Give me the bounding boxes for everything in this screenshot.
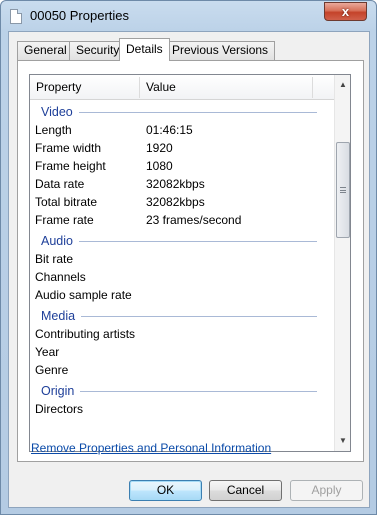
group-divider <box>41 241 317 242</box>
tab-general[interactable]: General <box>17 41 74 60</box>
details-panel: Property Value Video Length 01:46:15 Frame … <box>17 60 364 462</box>
property-value[interactable]: 23 frames/second <box>146 211 241 229</box>
column-header-property[interactable]: Property <box>36 75 81 100</box>
group-header: Origin <box>30 382 334 400</box>
scrollbar-thumb[interactable] <box>336 142 350 238</box>
column-header-value[interactable]: Value <box>146 75 176 100</box>
group-label: Media <box>41 307 82 325</box>
window-title: 00050 Properties <box>30 8 130 23</box>
property-value[interactable]: 32082kbps <box>146 175 205 193</box>
property-row[interactable]: Channels <box>30 268 334 286</box>
cancel-button[interactable]: Cancel <box>209 480 282 501</box>
property-row[interactable]: Length 01:46:15 <box>30 121 334 139</box>
close-button[interactable]: x <box>324 2 367 21</box>
property-name: Frame rate <box>35 213 94 227</box>
group-label: Audio <box>41 232 79 250</box>
property-name: Total bitrate <box>35 195 98 209</box>
property-name: Directors <box>35 402 84 416</box>
property-row[interactable]: Total bitrate 32082kbps <box>30 193 334 211</box>
remove-properties-link[interactable]: Remove Properties and Personal Informati… <box>31 441 271 455</box>
property-value[interactable]: 1080 <box>146 157 173 175</box>
property-row[interactable]: Genre <box>30 361 334 379</box>
property-value[interactable]: 01:46:15 <box>146 121 193 139</box>
property-row[interactable]: Audio sample rate <box>30 286 334 304</box>
group-divider <box>41 112 317 113</box>
property-value[interactable]: 1920 <box>146 139 173 157</box>
column-divider[interactable] <box>312 77 313 98</box>
grip-icon <box>340 187 346 193</box>
group-header: Media <box>30 307 334 325</box>
arrow-up-icon[interactable]: ▲ <box>335 77 350 93</box>
property-value[interactable]: 32082kbps <box>146 193 205 211</box>
property-row[interactable]: Contributing artists <box>30 325 334 343</box>
property-name: Genre <box>35 363 69 377</box>
property-row[interactable]: Directors <box>30 400 334 418</box>
group-label: Video <box>41 103 79 121</box>
list-header: Property Value <box>30 75 334 100</box>
property-row[interactable]: Year <box>30 343 334 361</box>
dialog-body: General Security Details Previous Versio… <box>8 31 370 508</box>
column-divider[interactable] <box>139 77 140 98</box>
group-label: Origin <box>41 382 81 400</box>
vertical-scrollbar[interactable]: ▲ ▼ <box>334 75 350 451</box>
group-divider <box>41 316 317 317</box>
property-name: Length <box>35 123 72 137</box>
property-rows: Video Length 01:46:15 Frame width 1920 Frame … <box>30 100 334 418</box>
tab-security[interactable]: Security <box>69 41 127 60</box>
property-name: Channels <box>35 270 86 284</box>
property-name: Bit rate <box>35 252 74 266</box>
property-row[interactable]: Data rate 32082kbps <box>30 175 334 193</box>
property-name: Year <box>35 345 60 359</box>
ok-button[interactable]: OK <box>129 480 202 501</box>
tab-previous-versions[interactable]: Previous Versions <box>165 41 276 60</box>
property-row[interactable]: Frame rate 23 frames/second <box>30 211 334 229</box>
property-name: Frame width <box>35 141 102 155</box>
property-name: Data rate <box>35 177 85 191</box>
property-name: Frame height <box>35 159 106 173</box>
property-row[interactable]: Bit rate <box>30 250 334 268</box>
arrow-down-icon[interactable]: ▼ <box>335 433 350 449</box>
group-header: Audio <box>30 232 334 250</box>
file-icon <box>10 9 22 24</box>
property-row[interactable]: Frame width 1920 <box>30 139 334 157</box>
apply-button[interactable]: Apply <box>290 480 363 501</box>
group-header: Video <box>30 103 334 121</box>
property-name: Contributing artists <box>35 327 136 341</box>
title-bar[interactable]: 00050 Properties x <box>1 1 376 31</box>
properties-list[interactable]: Property Value Video Length 01:46:15 Frame … <box>29 74 351 452</box>
tab-details[interactable]: Details <box>119 38 170 61</box>
properties-window: 00050 Properties x General Security Deta… <box>0 0 377 515</box>
group-divider <box>41 391 317 392</box>
property-row[interactable]: Frame height 1080 <box>30 157 334 175</box>
property-name: Audio sample rate <box>35 288 132 302</box>
